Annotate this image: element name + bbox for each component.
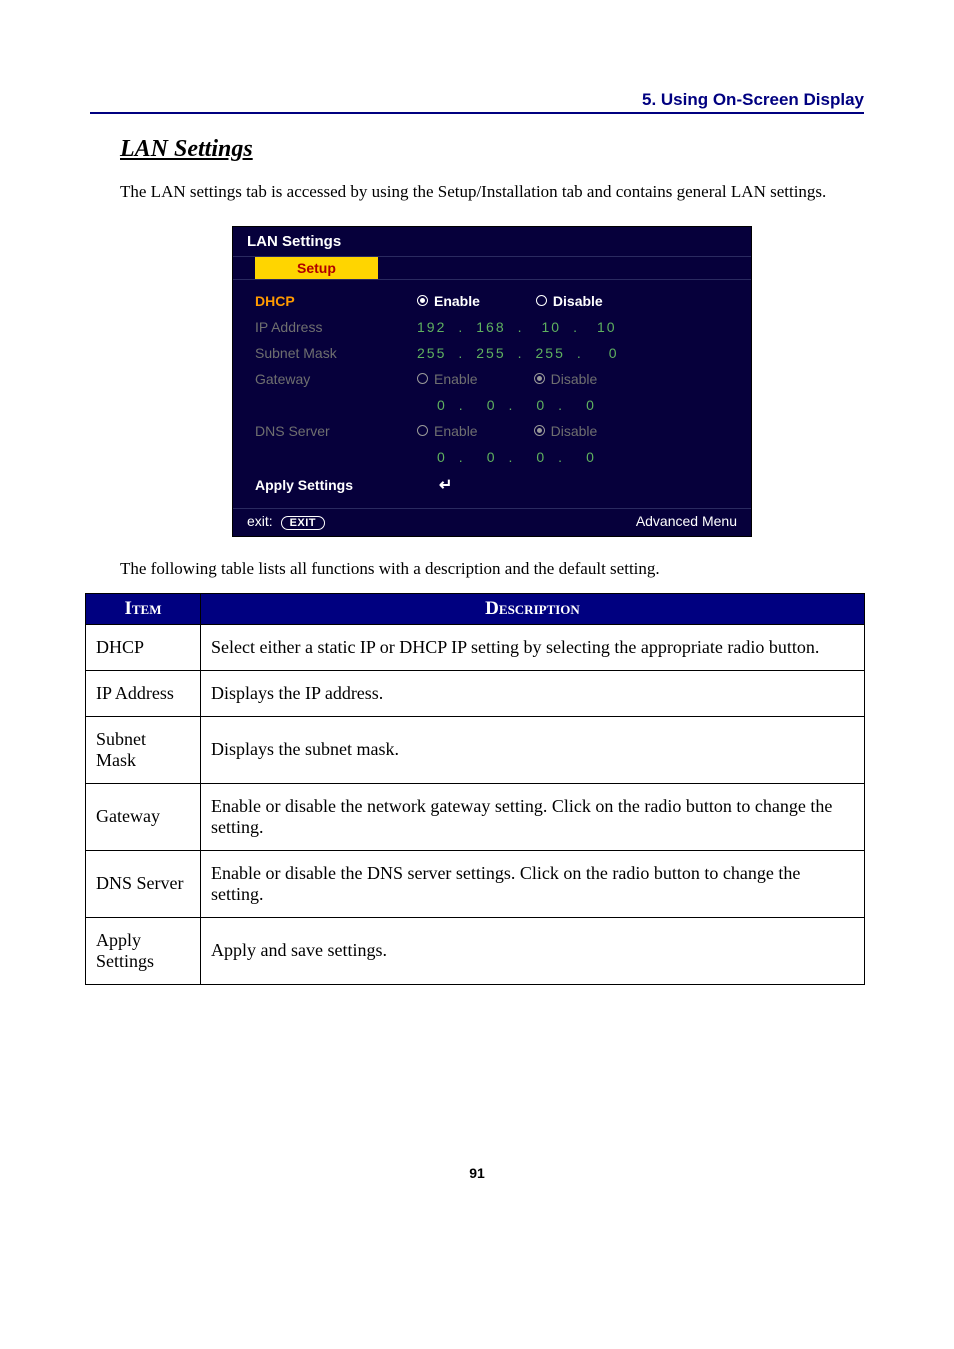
osd-footer: exit: EXIT Advanced Menu [233,508,751,536]
table-row: Apply Settings Apply and save settings. [86,917,865,984]
dns-enable-radio[interactable]: Enable [417,423,478,439]
cell-desc: Select either a static IP or DHCP IP set… [201,624,865,670]
ip-label: IP Address [247,319,417,335]
dns-disable-radio[interactable]: Disable [534,423,598,439]
osd-panel: LAN Settings Setup DHCP Enable [232,226,752,537]
osd-body: DHCP Enable Disable [233,280,751,508]
dhcp-disable-radio[interactable]: Disable [536,293,603,309]
table-row: IP Address Displays the IP address. [86,670,865,716]
gateway-disable-radio[interactable]: Disable [534,371,598,387]
gateway-enable-radio[interactable]: Enable [417,371,478,387]
exit-button[interactable]: EXIT [281,516,325,530]
subnet-label: Subnet Mask [247,345,417,361]
gateway-label: Gateway [247,371,417,387]
dns-enable-label: Enable [434,423,478,439]
table-row: Subnet Mask Displays the subnet mask. [86,716,865,783]
osd-row-gateway: Gateway Enable Disable [247,366,737,392]
osd-title: LAN Settings [233,227,751,257]
exit-text: exit: [247,513,273,529]
enter-icon: ↵ [439,475,452,495]
subnet-o2: 255 [476,345,505,361]
dns-o3: 0 [526,449,546,465]
gateway-disable-label: Disable [551,371,598,387]
dns-label: DNS Server [247,423,417,439]
ip-o4: 10 [591,319,617,335]
dns-o4: 0 [576,449,596,465]
description-table: Item Description DHCP Select either a st… [85,593,865,985]
table-row: DHCP Select either a static IP or DHCP I… [86,624,865,670]
dns-o1: 0 [437,449,447,465]
radio-on-icon [417,295,428,306]
gw-o4: 0 [576,397,596,413]
dns-o2: 0 [477,449,497,465]
dhcp-label: DHCP [247,293,417,309]
cell-item: Gateway [86,783,201,850]
page-title: LAN Settings [120,136,864,163]
osd-tab-row: Setup [233,257,751,280]
osd-row-gateway-ip: 0. 0. 0. 0 [247,392,737,418]
ip-o2: 168 [476,319,505,335]
section-header: 5. Using On-Screen Display [90,90,864,114]
table-row: DNS Server Enable or disable the DNS ser… [86,850,865,917]
th-desc: Description [201,593,865,624]
advanced-menu-hint: Advanced Menu [636,513,737,529]
osd-row-apply[interactable]: Apply Settings ↵ [247,470,737,500]
radio-off-icon [536,295,547,306]
cell-item: IP Address [86,670,201,716]
radio-on-icon [534,373,545,384]
gw-o2: 0 [477,397,497,413]
cell-item: Subnet Mask [86,716,201,783]
dhcp-enable-label: Enable [434,293,480,309]
osd-row-subnet: Subnet Mask 255. 255. 255. 0 [247,340,737,366]
gw-o1: 0 [437,397,447,413]
osd-row-dhcp: DHCP Enable Disable [247,288,737,314]
ip-o1: 192 [417,319,446,335]
cell-desc: Apply and save settings. [201,917,865,984]
osd-row-dns-ip: 0. 0. 0. 0 [247,444,737,470]
ip-o3: 10 [536,319,562,335]
cell-item: DNS Server [86,850,201,917]
subnet-o4: 0 [595,345,619,361]
cell-desc: Enable or disable the DNS server setting… [201,850,865,917]
intro-text: The LAN settings tab is accessed by usin… [120,181,864,204]
cell-desc: Displays the subnet mask. [201,716,865,783]
radio-off-icon [417,425,428,436]
apply-label: Apply Settings [247,477,417,493]
page-number: 91 [90,1165,864,1181]
gw-o3: 0 [526,397,546,413]
dhcp-enable-radio[interactable]: Enable [417,293,480,309]
subnet-o3: 255 [536,345,565,361]
table-intro: The following table lists all functions … [120,559,864,579]
cell-item: DHCP [86,624,201,670]
dns-disable-label: Disable [551,423,598,439]
radio-off-icon [417,373,428,384]
tab-setup[interactable]: Setup [255,257,378,279]
cell-item: Apply Settings [86,917,201,984]
osd-row-ip: IP Address 192. 168. 10. 10 [247,314,737,340]
th-item: Item [86,593,201,624]
dhcp-disable-label: Disable [553,293,603,309]
cell-desc: Enable or disable the network gateway se… [201,783,865,850]
exit-hint: exit: EXIT [247,513,325,530]
radio-on-icon [534,425,545,436]
cell-desc: Displays the IP address. [201,670,865,716]
gateway-enable-label: Enable [434,371,478,387]
table-row: Gateway Enable or disable the network ga… [86,783,865,850]
osd-row-dns: DNS Server Enable Disable [247,418,737,444]
subnet-o1: 255 [417,345,446,361]
